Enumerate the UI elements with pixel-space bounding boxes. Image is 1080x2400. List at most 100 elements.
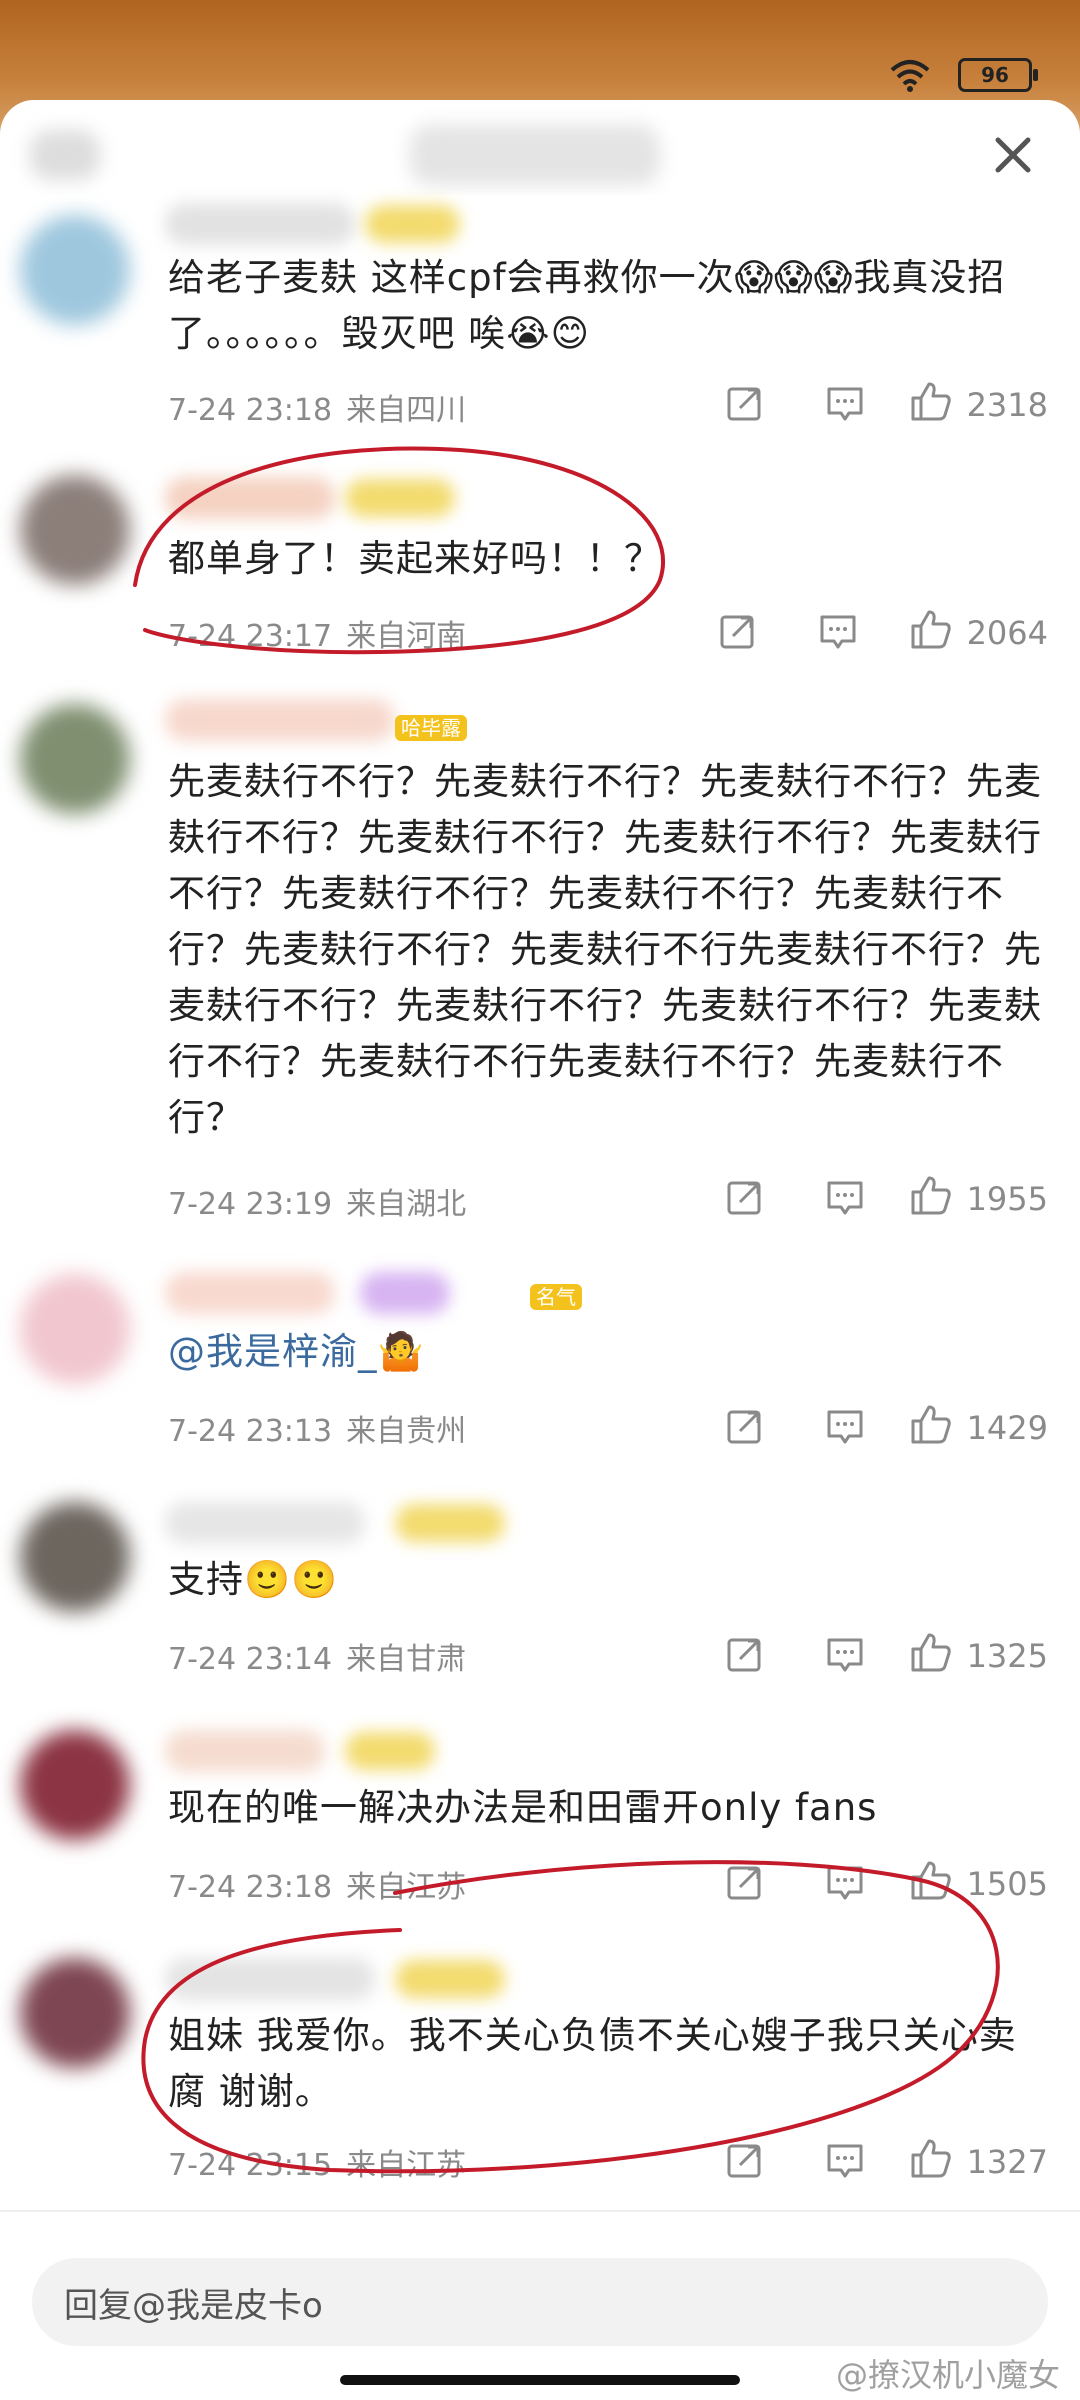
username-blurred[interactable] — [165, 477, 335, 519]
badge-blurred — [345, 479, 455, 517]
comment-item: 支持🙂🙂 7-24 23:14 来自甘肃 1325 — [0, 1472, 1080, 1702]
comment-text: 给老子麦麸 这样cpf会再救你一次😱😱😱我真没招了。。。。。。毁灭吧 唉😭😊 — [168, 256, 1006, 355]
comment-time: 7-24 23:14 — [168, 1642, 333, 1677]
share-icon[interactable] — [725, 383, 765, 423]
comment-text[interactable]: @我是梓渝_🤷 — [168, 1324, 1048, 1380]
like-count: 1325 — [966, 1637, 1048, 1675]
like-icon — [909, 381, 953, 429]
badge: 哈毕露 — [395, 715, 467, 741]
comment-location: 来自河南 — [346, 619, 467, 654]
avatar[interactable] — [20, 1958, 130, 2068]
like-count: 1505 — [966, 1865, 1048, 1903]
avatar[interactable] — [20, 704, 130, 814]
comment-text: 支持🙂🙂 — [168, 1558, 339, 1601]
comment-time: 7-24 23:18 — [168, 393, 333, 428]
share-icon[interactable] — [725, 2140, 765, 2180]
comment-text: 先麦麸行不行？先麦麸行不行？先麦麸行不行？先麦麸行不行？先麦麸行不行？先麦麸行不… — [168, 760, 1042, 1139]
comment-location: 来自江苏 — [346, 2148, 467, 2183]
comment-meta: 7-24 23:19 来自湖北 — [168, 1179, 466, 1223]
comment-meta: 7-24 23:15 来自江苏 — [168, 2140, 466, 2184]
close-icon[interactable] — [978, 120, 1048, 190]
wifi-icon — [890, 58, 930, 101]
like-button[interactable]: 2318 — [909, 381, 1048, 429]
like-count: 1955 — [966, 1180, 1048, 1218]
comment-time: 7-24 23:17 — [168, 619, 333, 654]
like-button[interactable]: 2064 — [909, 609, 1048, 657]
share-icon[interactable] — [725, 1406, 765, 1446]
like-icon — [909, 1860, 953, 1908]
like-count: 1327 — [966, 2143, 1048, 2181]
comment-meta: 7-24 23:18 来自四川 — [168, 385, 466, 429]
like-icon — [909, 2138, 953, 2186]
like-count: 1429 — [966, 1409, 1048, 1447]
like-button[interactable]: 1327 — [909, 2138, 1048, 2186]
avatar[interactable] — [20, 1730, 130, 1840]
comment-icon[interactable] — [825, 1636, 865, 1674]
comment-icon[interactable] — [825, 2142, 865, 2180]
like-count: 2318 — [966, 386, 1048, 424]
badge: 名气 — [530, 1284, 582, 1310]
avatar[interactable] — [20, 475, 130, 585]
avatar[interactable] — [20, 215, 130, 325]
like-icon — [909, 1404, 953, 1452]
share-icon[interactable] — [725, 1634, 765, 1674]
username-blurred[interactable] — [165, 1730, 325, 1772]
badge-blurred — [345, 1732, 435, 1770]
comment-text: 现在的唯一解决办法是和田雷开only fans — [168, 1786, 878, 1829]
username-blurred[interactable] — [165, 1958, 375, 2000]
share-icon[interactable] — [725, 1862, 765, 1902]
comment-icon[interactable] — [825, 1408, 865, 1446]
comment-location: 来自四川 — [346, 393, 467, 428]
comment-item: 给老子麦麸 这样cpf会再救你一次😱😱😱我真没招了。。。。。。毁灭吧 唉😭😊 7… — [0, 195, 1080, 453]
like-button[interactable]: 1429 — [909, 1404, 1048, 1452]
like-button[interactable]: 1505 — [909, 1860, 1048, 1908]
like-button[interactable]: 1325 — [909, 1632, 1048, 1680]
comment-text: 都单身了！卖起来好吗！！？ — [168, 537, 662, 580]
comment-item: 现在的唯一解决办法是和田雷开only fans 7-24 23:18 来自江苏 1… — [0, 1700, 1080, 1930]
like-icon — [909, 609, 953, 657]
comment-icon[interactable] — [825, 1179, 865, 1217]
share-icon[interactable] — [725, 1177, 765, 1217]
username-blurred[interactable] — [165, 699, 395, 741]
comment-text: 姐妹 我爱你。我不关心负债不关心嫂子我只关心卖腐 谢谢。 — [168, 2014, 1017, 2113]
username-blurred[interactable] — [165, 1272, 335, 1314]
battery-indicator: 96 — [958, 58, 1038, 92]
comment-icon[interactable] — [825, 385, 865, 423]
comment-meta: 7-24 23:14 来自甘肃 — [168, 1634, 466, 1678]
comment-item: 姐妹 我爱你。我不关心负债不关心嫂子我只关心卖腐 谢谢。 7-24 23:15 来… — [0, 1928, 1080, 2212]
comment-time: 7-24 23:13 — [168, 1414, 333, 1449]
comment-time: 7-24 23:18 — [168, 1870, 333, 1905]
share-icon[interactable] — [718, 611, 758, 651]
reply-placeholder: 回复@我是皮卡o — [64, 2286, 323, 2326]
reply-input[interactable]: 回复@我是皮卡o — [32, 2258, 1048, 2346]
avatar[interactable] — [20, 1274, 130, 1384]
like-icon — [909, 1632, 953, 1680]
comment-time: 7-24 23:15 — [168, 2148, 333, 2183]
username-blurred[interactable] — [165, 203, 355, 245]
comment-meta: 7-24 23:18 来自江苏 — [168, 1862, 466, 1906]
comment-icon[interactable] — [818, 613, 858, 651]
comment-location: 来自贵州 — [346, 1414, 467, 1449]
comment-icon[interactable] — [825, 1864, 865, 1902]
badge-blurred — [395, 1960, 505, 1998]
badge-blurred — [365, 205, 460, 243]
header-back-blurred[interactable] — [30, 130, 100, 180]
username-blurred[interactable] — [165, 1502, 365, 1544]
comment-meta: 7-24 23:17 来自河南 — [168, 611, 466, 655]
comment-item: 哈毕露 先麦麸行不行？先麦麸行不行？先麦麸行不行？先麦麸行不行？先麦麸行不行？先… — [0, 679, 1080, 1246]
comment-location: 来自甘肃 — [346, 1642, 467, 1677]
comment-meta: 7-24 23:13 来自贵州 — [168, 1406, 466, 1450]
home-indicator[interactable] — [340, 2375, 740, 2385]
comment-item: 名气 @我是梓渝_🤷 7-24 23:13 来自贵州 1429 — [0, 1244, 1080, 1474]
like-icon — [909, 1175, 953, 1223]
avatar[interactable] — [20, 1502, 130, 1612]
comment-time: 7-24 23:19 — [168, 1187, 333, 1222]
badge-blurred — [395, 1504, 505, 1542]
watermark: @撩汉机小魔女 — [835, 2356, 1060, 2394]
comment-item: 都单身了！卖起来好吗！！？ 7-24 23:17 来自河南 2064 — [0, 451, 1080, 681]
comment-location: 来自湖北 — [346, 1187, 467, 1222]
like-button[interactable]: 1955 — [909, 1175, 1048, 1223]
like-count: 2064 — [966, 614, 1048, 652]
comment-location: 来自江苏 — [346, 1870, 467, 1905]
vip-badge-blurred — [360, 1272, 450, 1314]
